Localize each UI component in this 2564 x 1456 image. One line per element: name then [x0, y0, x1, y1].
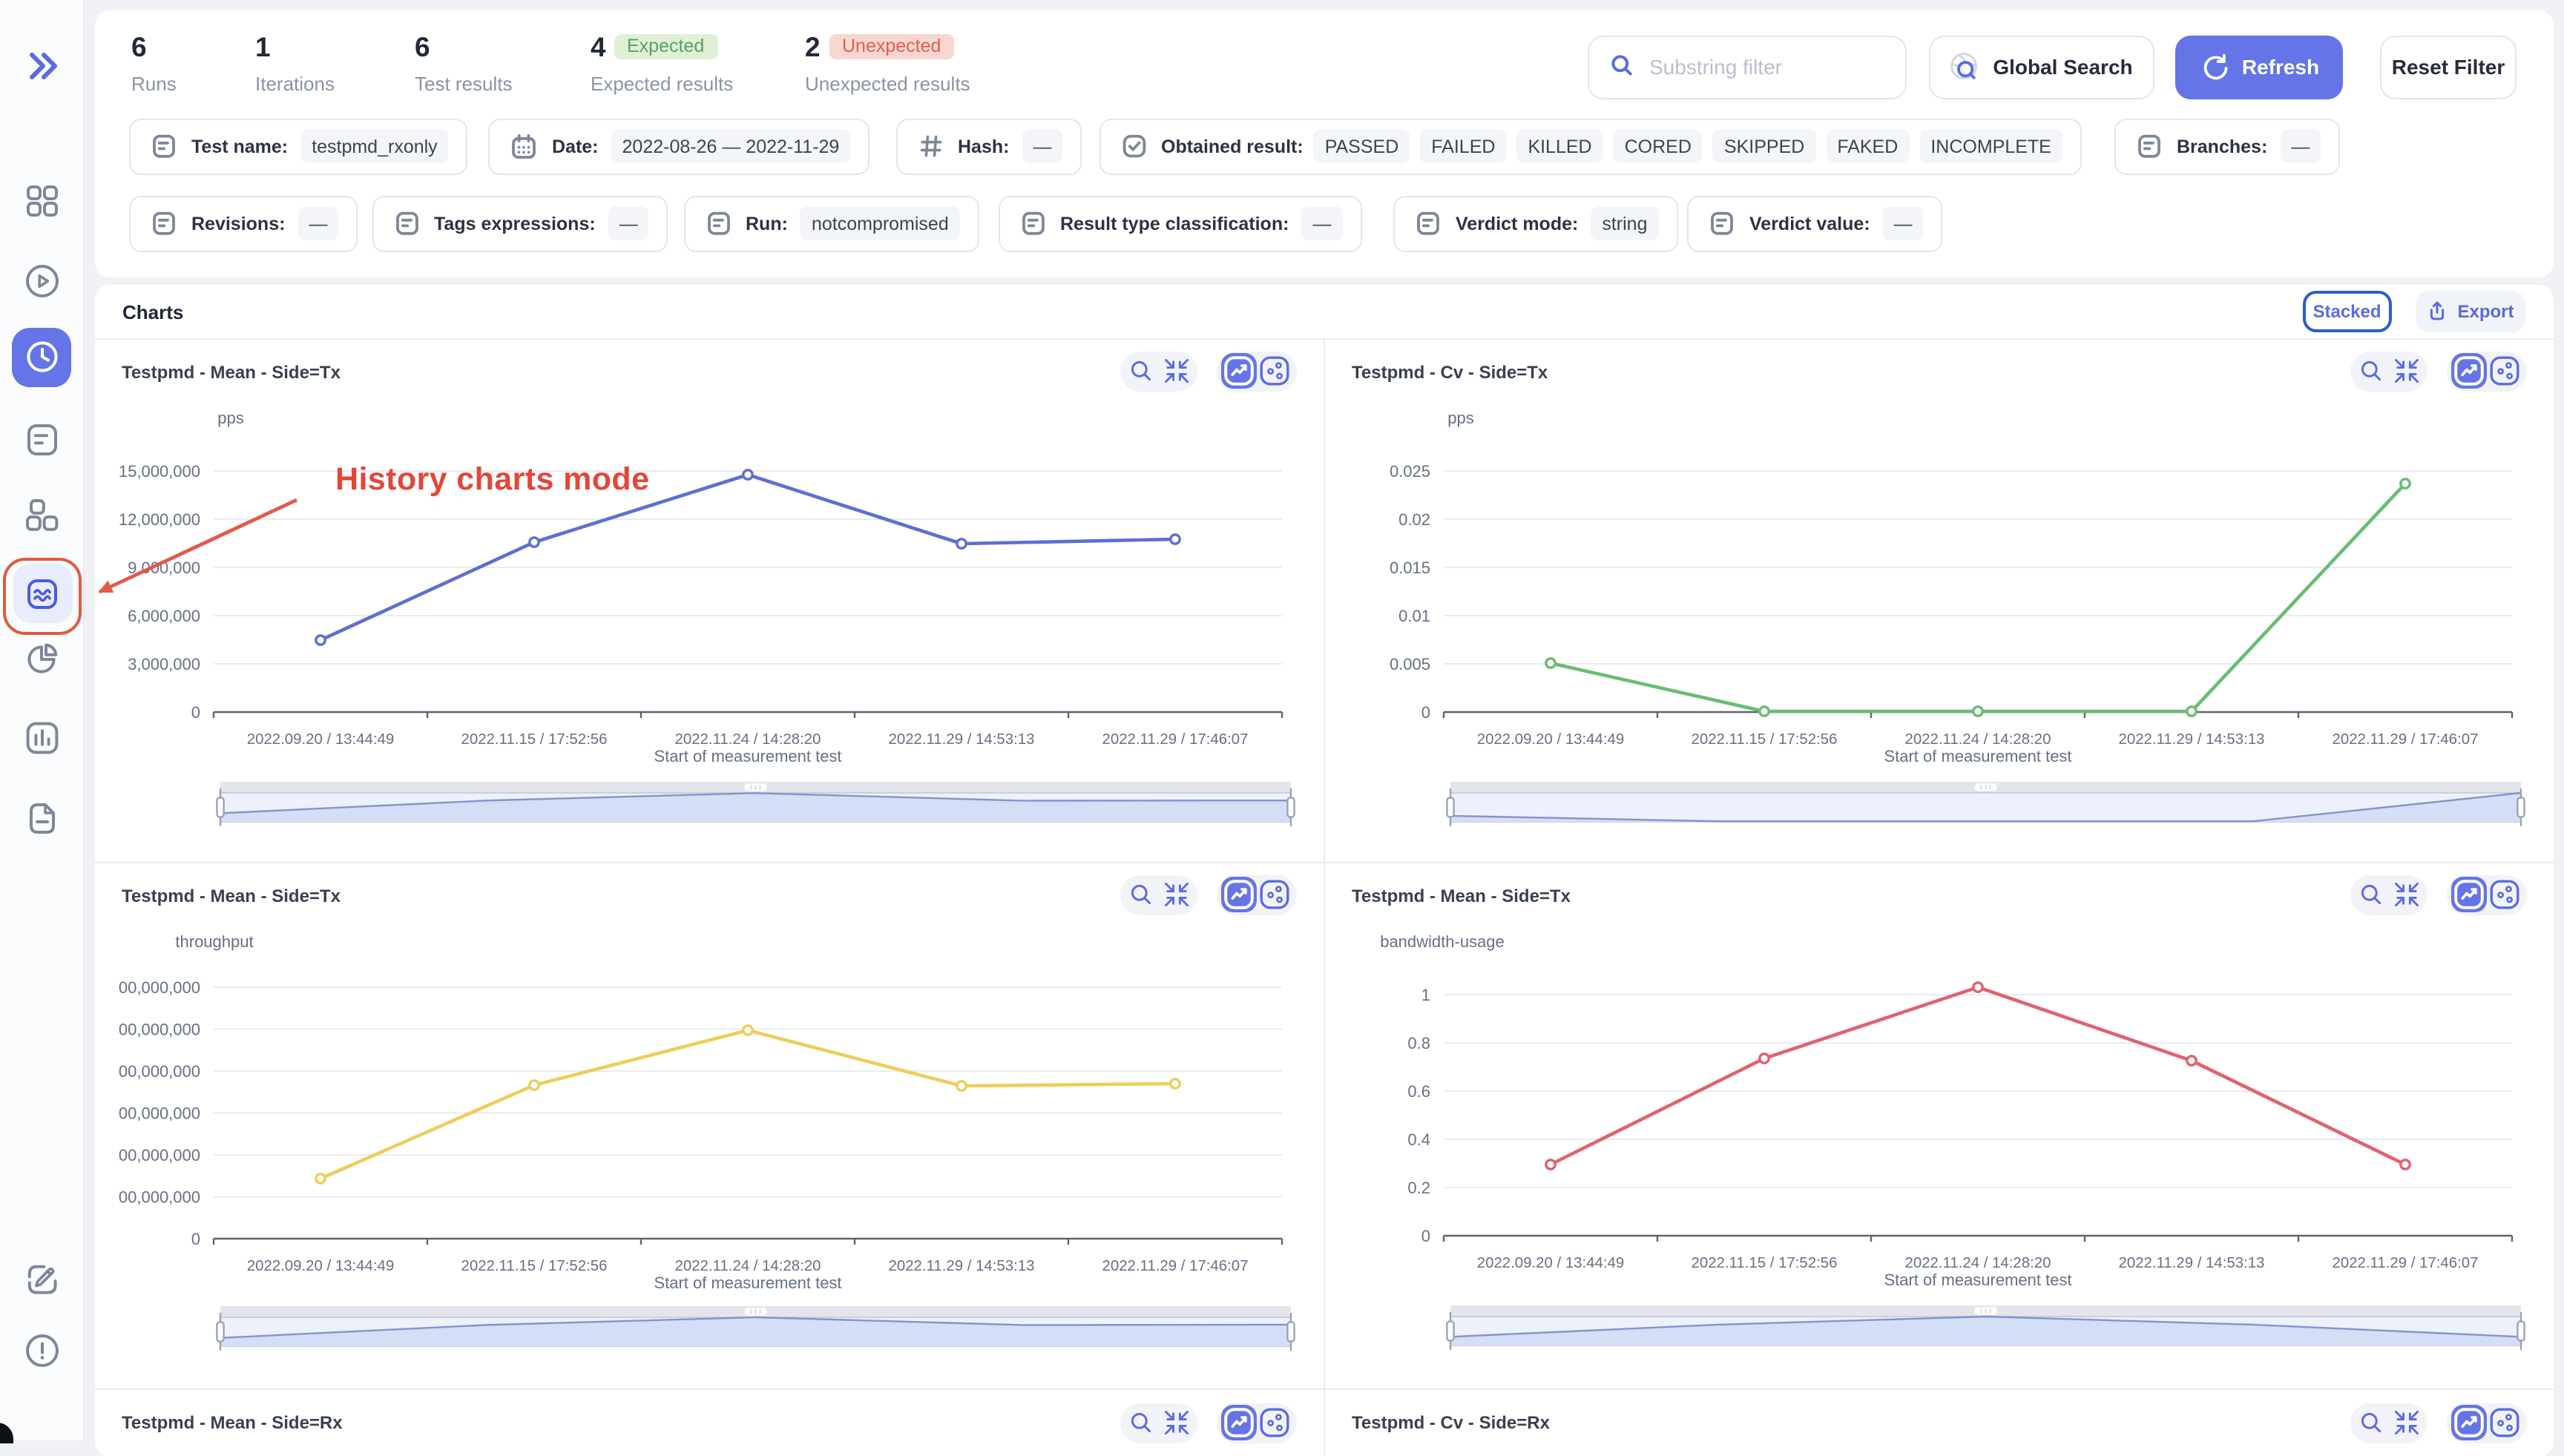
- svg-text:2022.09.20 / 13:44:49: 2022.09.20 / 13:44:49: [1476, 731, 1623, 748]
- svg-text:15,000,000: 15,000,000: [118, 462, 200, 481]
- svg-text:2022.09.20 / 13:44:49: 2022.09.20 / 13:44:49: [246, 731, 393, 748]
- svg-text:0.4: 0.4: [1407, 1130, 1430, 1149]
- svg-text:0.2: 0.2: [1407, 1179, 1430, 1197]
- svg-text:0.02: 0.02: [1398, 510, 1430, 529]
- svg-text:Start of measurement test: Start of measurement test: [1883, 747, 2071, 765]
- svg-text:2022.11.29 / 14:53:13: 2022.11.29 / 14:53:13: [2118, 731, 2264, 748]
- svg-text:Start of measurement test: Start of measurement test: [653, 1274, 841, 1292]
- svg-text:2022.11.29 / 14:53:13: 2022.11.29 / 14:53:13: [2118, 1255, 2264, 1271]
- svg-text:2022.11.15 / 17:52:56: 2022.11.15 / 17:52:56: [461, 731, 607, 748]
- svg-text:2022.11.15 / 17:52:56: 2022.11.15 / 17:52:56: [1691, 731, 1837, 748]
- svg-text:00,000,000: 00,000,000: [118, 1104, 200, 1123]
- svg-text:2022.09.20 / 13:44:49: 2022.09.20 / 13:44:49: [246, 1258, 393, 1274]
- svg-text:2022.11.24 / 14:28:20: 2022.11.24 / 14:28:20: [674, 1258, 821, 1274]
- svg-text:0.01: 0.01: [1398, 607, 1430, 625]
- svg-text:bandwidth-usage: bandwidth-usage: [1379, 932, 1504, 951]
- svg-text:pps: pps: [1447, 409, 1473, 427]
- svg-text:0.015: 0.015: [1389, 559, 1430, 577]
- svg-text:2022.11.29 / 14:53:13: 2022.11.29 / 14:53:13: [888, 731, 1034, 748]
- svg-text:0.005: 0.005: [1389, 655, 1430, 673]
- svg-text:0.025: 0.025: [1389, 462, 1430, 481]
- svg-text:0.8: 0.8: [1407, 1034, 1430, 1053]
- svg-text:2022.11.29 / 17:46:07: 2022.11.29 / 17:46:07: [1102, 1258, 1248, 1274]
- svg-text:2022.11.24 / 14:28:20: 2022.11.24 / 14:28:20: [1904, 1255, 2051, 1271]
- svg-text:9,000,000: 9,000,000: [127, 559, 200, 577]
- svg-text:Start of measurement test: Start of measurement test: [653, 747, 841, 765]
- svg-text:2022.11.15 / 17:52:56: 2022.11.15 / 17:52:56: [461, 1258, 607, 1274]
- svg-text:2022.09.20 / 13:44:49: 2022.09.20 / 13:44:49: [1476, 1255, 1623, 1271]
- svg-text:0: 0: [191, 703, 200, 722]
- svg-text:2022.11.29 / 17:46:07: 2022.11.29 / 17:46:07: [2332, 1255, 2478, 1271]
- svg-text:pps: pps: [217, 409, 243, 427]
- svg-text:0.6: 0.6: [1407, 1082, 1430, 1101]
- svg-text:0: 0: [1421, 703, 1430, 722]
- svg-text:1: 1: [1421, 986, 1430, 1004]
- svg-text:0: 0: [1421, 1227, 1430, 1245]
- svg-text:6,000,000: 6,000,000: [127, 607, 200, 625]
- svg-text:00,000,000: 00,000,000: [118, 978, 200, 997]
- svg-text:2022.11.29 / 14:53:13: 2022.11.29 / 14:53:13: [888, 1258, 1034, 1274]
- svg-text:2022.11.24 / 14:28:20: 2022.11.24 / 14:28:20: [674, 731, 821, 748]
- svg-text:Start of measurement test: Start of measurement test: [1883, 1271, 2071, 1289]
- svg-text:00,000,000: 00,000,000: [118, 1062, 200, 1081]
- svg-text:12,000,000: 12,000,000: [118, 510, 200, 529]
- svg-text:3,000,000: 3,000,000: [127, 655, 200, 673]
- svg-text:00,000,000: 00,000,000: [118, 1188, 200, 1207]
- svg-text:2022.11.15 / 17:52:56: 2022.11.15 / 17:52:56: [1691, 1255, 1837, 1271]
- svg-text:2022.11.29 / 17:46:07: 2022.11.29 / 17:46:07: [2332, 731, 2478, 748]
- svg-text:2022.11.24 / 14:28:20: 2022.11.24 / 14:28:20: [1904, 731, 2051, 748]
- svg-text:00,000,000: 00,000,000: [118, 1146, 200, 1165]
- svg-text:2022.11.29 / 17:46:07: 2022.11.29 / 17:46:07: [1102, 731, 1248, 748]
- svg-text:0: 0: [191, 1230, 200, 1248]
- svg-text:throughput: throughput: [174, 932, 252, 951]
- svg-text:00,000,000: 00,000,000: [118, 1021, 200, 1039]
